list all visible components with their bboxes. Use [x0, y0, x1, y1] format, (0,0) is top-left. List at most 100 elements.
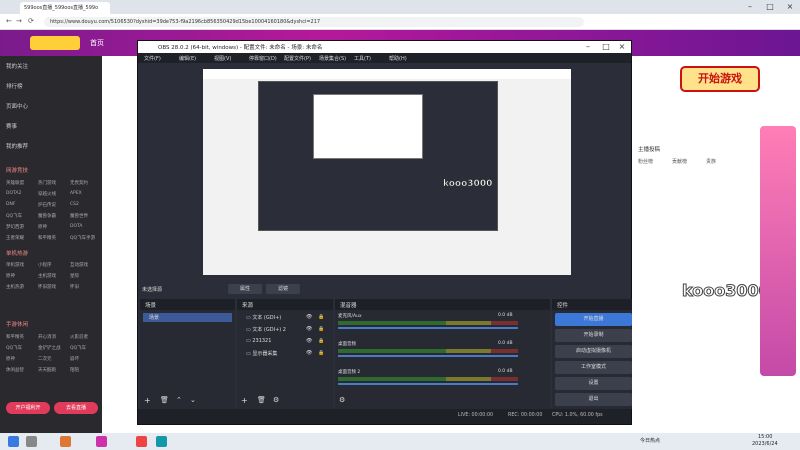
app-icon[interactable]	[136, 436, 147, 447]
start-icon[interactable]	[8, 436, 19, 447]
sidebar-category[interactable]: 怀旧游戏	[38, 284, 56, 290]
menu-item[interactable]: 场景集合(S)	[319, 55, 346, 62]
lock-icon[interactable]: 🔒	[318, 338, 324, 344]
sidebar-category[interactable]: 开心消消	[38, 334, 56, 340]
sidebar-category[interactable]: QQ飞车	[70, 345, 86, 351]
sidebar-category[interactable]: 主机热游	[6, 284, 24, 290]
refresh-icon[interactable]: ⟳	[28, 17, 34, 25]
sidebar-category[interactable]: 金铲铲之战	[38, 345, 61, 351]
back-icon[interactable]: ←	[6, 17, 12, 25]
open-benefit-button[interactable]: 开户福利开	[6, 402, 50, 414]
sidebar-category[interactable]: 无畏契约	[70, 180, 88, 186]
nav-home[interactable]: 首页	[90, 38, 104, 48]
forward-icon[interactable]: →	[16, 17, 22, 25]
sidebar-item-match[interactable]: 赛事	[6, 122, 17, 130]
volume-slider[interactable]	[338, 355, 518, 357]
control-button[interactable]: 启动虚拟摄像机	[555, 345, 632, 358]
menu-item[interactable]: 帮助(H)	[389, 55, 407, 62]
sidebar-category[interactable]: 梦幻西游	[6, 224, 24, 230]
close-icon[interactable]: ×	[780, 1, 800, 12]
control-button[interactable]: 退出	[555, 393, 632, 406]
sidebar-category[interactable]: QQ飞车	[6, 345, 22, 351]
search-icon[interactable]	[26, 436, 37, 447]
sidebar-category[interactable]: 原神	[6, 356, 15, 362]
visibility-icon[interactable]: 👁	[306, 338, 312, 344]
menu-item[interactable]: 配置文件(P)	[284, 55, 311, 62]
sidebar-category[interactable]: 休闲益智	[6, 367, 24, 373]
volume-slider[interactable]	[338, 327, 518, 329]
browser-tab[interactable]: 599oos直播_599oos直播_599o	[20, 2, 110, 14]
sidebar-category[interactable]: 和平精英	[6, 334, 24, 340]
start-game-button[interactable]: 开始游戏	[680, 66, 760, 92]
sidebar-category[interactable]: 原神	[38, 224, 47, 230]
obs-close-icon[interactable]: ×	[612, 41, 632, 52]
mixer-settings-icon[interactable]: ⚙	[339, 396, 345, 404]
lock-icon[interactable]: 🔒	[318, 326, 324, 332]
app-icon[interactable]	[96, 436, 107, 447]
tab-fans[interactable]: 粉丝榜	[638, 158, 653, 165]
source-item[interactable]: ▭ 231321 👁 🔒	[240, 337, 330, 346]
menu-item[interactable]: 视图(V)	[214, 55, 231, 62]
remove-scene-icon[interactable]: 🗑	[160, 396, 169, 404]
tab-noble[interactable]: 贵族	[706, 158, 716, 165]
site-logo[interactable]	[30, 36, 80, 50]
clock-date[interactable]: 2023/6/24	[752, 441, 778, 447]
menu-item[interactable]: 编辑(E)	[179, 55, 196, 62]
sidebar-category[interactable]: QQ飞车手游	[70, 235, 95, 241]
visibility-icon[interactable]: 👁	[306, 350, 312, 356]
source-settings-icon[interactable]: ⚙	[273, 396, 279, 404]
control-button[interactable]: 开始录制	[555, 329, 632, 342]
remove-source-icon[interactable]: 🗑	[257, 396, 266, 404]
sidebar-category[interactable]: 王者荣耀	[6, 235, 24, 241]
watch-live-button[interactable]: 去看直播	[54, 402, 98, 414]
sidebar-category[interactable]: 原神	[6, 273, 15, 279]
clock-time[interactable]: 15:00	[758, 434, 772, 440]
minimize-icon[interactable]: –	[740, 1, 760, 12]
sidebar-category[interactable]: 热门游戏	[38, 180, 56, 186]
sidebar-category[interactable]: 星际	[70, 273, 79, 279]
tab-contrib[interactable]: 贡献榜	[672, 158, 687, 165]
properties-button[interactable]: 属性	[228, 284, 262, 294]
menu-item[interactable]: 停靠窗口(D)	[249, 55, 277, 62]
activity-banner[interactable]	[760, 126, 796, 376]
menu-item[interactable]: 文件(F)	[144, 55, 161, 62]
move-down-icon[interactable]: ⌄	[190, 396, 196, 404]
source-item[interactable]: ▭ 显示器采集 👁 🔒	[240, 349, 330, 358]
sidebar-item-center[interactable]: 页面中心	[6, 102, 28, 110]
obs-preview[interactable]: kooo3000	[203, 69, 571, 275]
scene-item[interactable]: 场景	[143, 313, 232, 322]
control-button[interactable]: 开始直播	[555, 313, 632, 326]
news-widget[interactable]: 今日热点	[640, 437, 660, 444]
control-button[interactable]: 设置	[555, 377, 632, 390]
lock-icon[interactable]: 🔒	[318, 350, 324, 356]
sidebar-category[interactable]: 魔兽争霸	[38, 213, 56, 219]
lock-icon[interactable]: 🔒	[318, 314, 324, 320]
sidebar-category[interactable]: 崩坏	[70, 356, 79, 362]
sidebar-category[interactable]: 怀旧	[70, 284, 79, 290]
visibility-icon[interactable]: 👁	[306, 326, 312, 332]
add-source-icon[interactable]: +	[241, 396, 248, 405]
menu-item[interactable]: 工具(T)	[354, 55, 371, 62]
app-icon[interactable]	[60, 436, 71, 447]
sidebar-category[interactable]: QQ飞车	[6, 213, 22, 219]
sidebar-category[interactable]: 魔兽世界	[70, 213, 88, 219]
sidebar-category[interactable]: 陌陌	[70, 367, 79, 373]
sidebar-category[interactable]: DOTA2	[6, 191, 21, 196]
obs-minimize-icon[interactable]: –	[578, 41, 598, 52]
sidebar-category[interactable]: 单机游戏	[6, 262, 24, 268]
sidebar-item-rank[interactable]: 排行榜	[6, 82, 23, 90]
sidebar-category[interactable]: 穿越火线	[38, 191, 56, 197]
sidebar-category[interactable]: APEX	[70, 191, 82, 196]
sidebar-item-follow[interactable]: 我的关注	[6, 62, 28, 70]
maximize-icon[interactable]: □	[760, 1, 780, 12]
sidebar-category[interactable]: 天天酷跑	[38, 367, 56, 373]
sidebar-category[interactable]: 互动游戏	[70, 262, 88, 268]
sidebar-category[interactable]: CS2	[70, 202, 79, 207]
sidebar-category[interactable]: 炉石传说	[38, 202, 56, 208]
sidebar-category[interactable]: 火影忍者	[70, 334, 88, 340]
sidebar-category[interactable]: DOTA	[70, 224, 83, 229]
filters-button[interactable]: 滤镜	[266, 284, 300, 294]
browser-icon[interactable]	[156, 436, 167, 447]
sidebar-category[interactable]: 小程序	[38, 262, 52, 268]
url-input[interactable]: https://www.douyu.com/5106530?dyshid=39d…	[44, 17, 584, 27]
